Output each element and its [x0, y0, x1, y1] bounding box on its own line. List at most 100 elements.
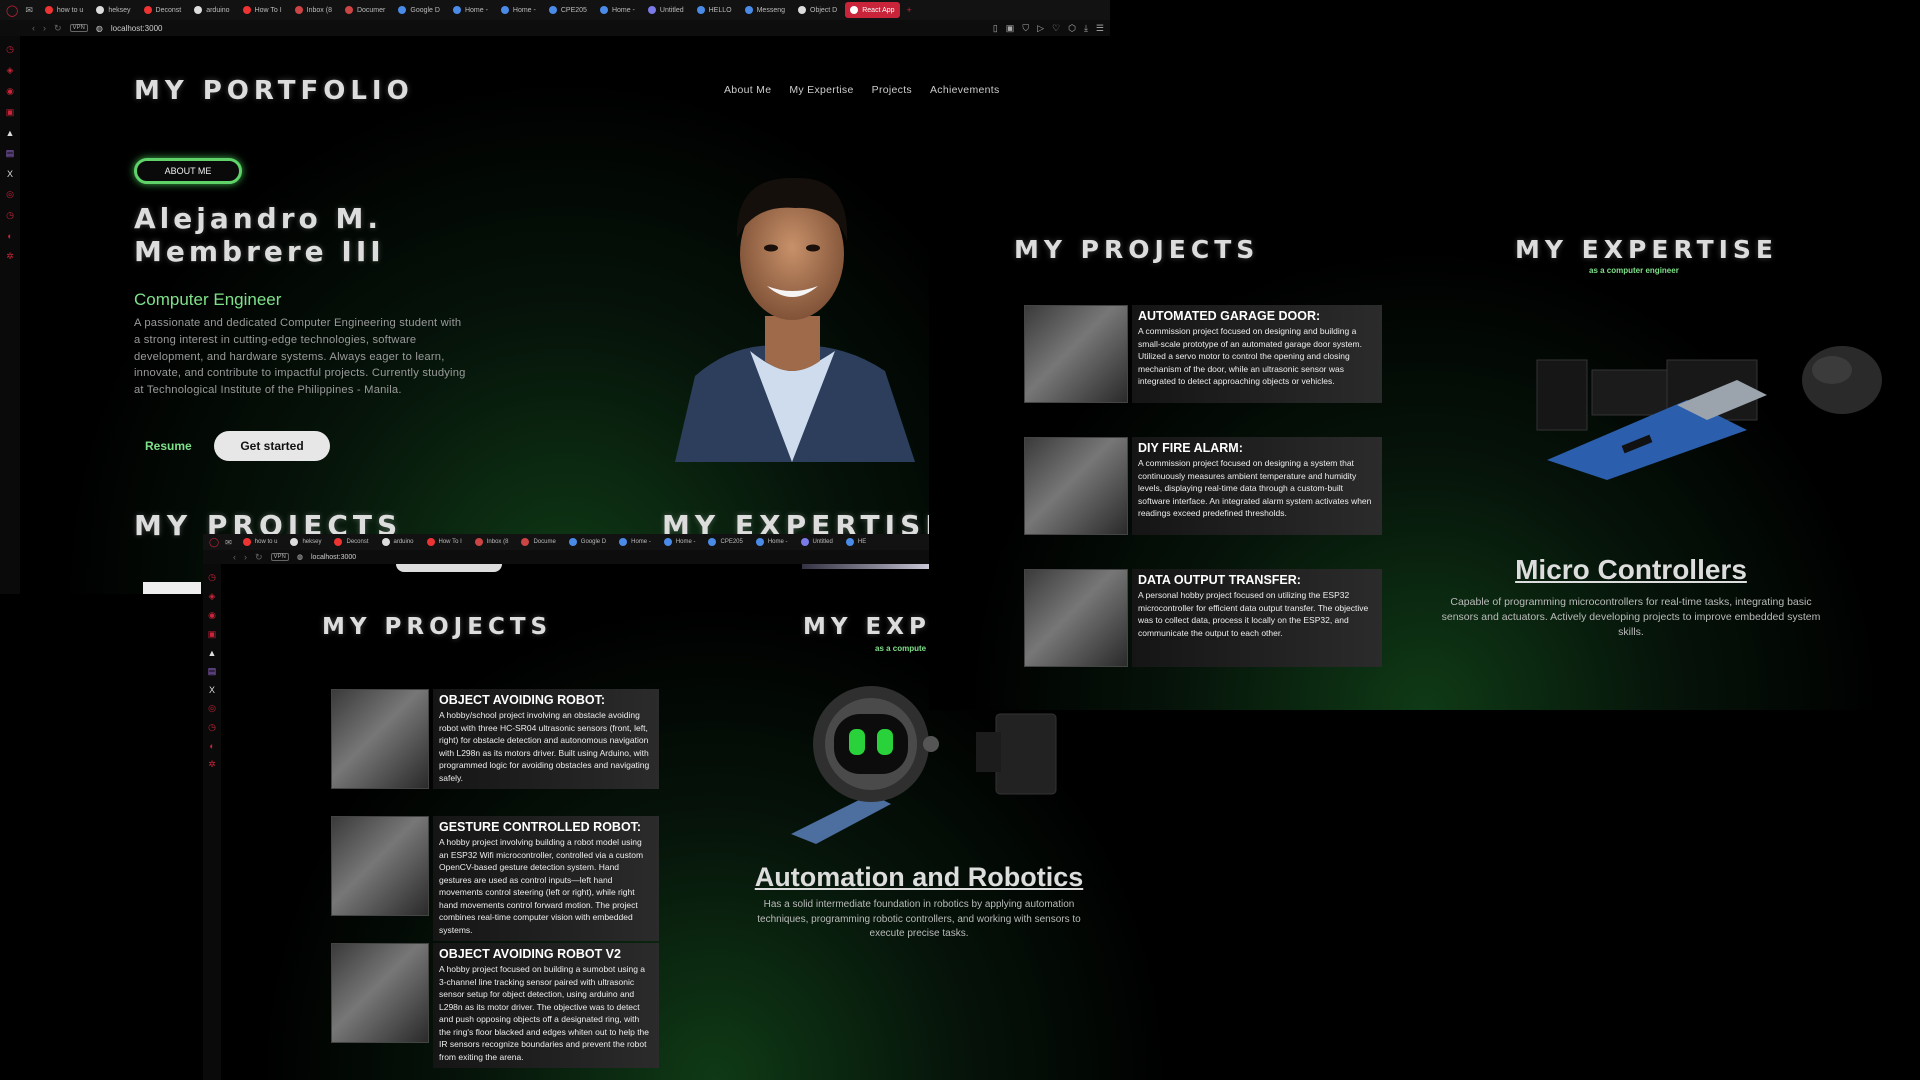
browser-tab[interactable]: React App — [845, 2, 900, 18]
browser-tab[interactable]: arduino — [377, 534, 419, 550]
browser-tab[interactable]: Inbox (8 — [470, 534, 514, 550]
browser-tab[interactable]: Deconst — [329, 534, 373, 550]
reload-icon[interactable]: ↻ — [54, 23, 62, 34]
wallet-icon[interactable]: ◈ — [7, 65, 14, 76]
forward-icon[interactable]: › — [43, 23, 46, 33]
extensions-icon[interactable]: ⬡ — [1068, 23, 1076, 34]
project-card[interactable]: OBJECT AVOIDING ROBOT: A hobby/school pro… — [331, 689, 659, 789]
shield-icon[interactable]: ⛉ — [1022, 23, 1029, 34]
bookmark-icon[interactable]: ▯ — [993, 23, 998, 34]
projects-heading-right: MY PROJECTS — [1014, 235, 1260, 264]
browser-tab[interactable]: Google D — [393, 2, 445, 18]
browser-tab[interactable]: Home - — [659, 534, 701, 550]
back-icon[interactable]: ‹ — [32, 23, 35, 33]
project-card[interactable]: AUTOMATED GARAGE DOOR: A commission proje… — [1024, 305, 1382, 403]
project-thumbnail — [1024, 305, 1128, 403]
browser-tab[interactable]: Home - — [496, 2, 541, 18]
messenger-icon[interactable]: ◉ — [208, 610, 216, 621]
browser-tab[interactable]: Inbox (8 — [290, 2, 337, 18]
project-card[interactable]: DIY FIRE ALARM: A commission project focu… — [1024, 437, 1382, 535]
heart-icon[interactable]: ♡ — [1052, 23, 1060, 34]
browser-tab[interactable]: heksey — [91, 2, 135, 18]
url-field[interactable]: localhost:3000 — [111, 24, 163, 33]
browser-tab[interactable]: Untitled — [643, 2, 689, 18]
settings-icon[interactable]: ✲ — [6, 251, 14, 262]
target-icon[interactable]: ◎ — [6, 189, 14, 200]
nav-link-achievements[interactable]: Achievements — [930, 84, 1000, 96]
browser-tab[interactable]: how to u — [238, 534, 283, 550]
favicon-icon — [242, 6, 251, 14]
video-icon[interactable]: ▣ — [208, 629, 217, 640]
project-card[interactable]: OBJECT AVOIDING ROBOT V2 A hobby project … — [331, 943, 659, 1068]
browser-tab[interactable]: Google D — [564, 534, 611, 550]
mail-icon[interactable]: ✉ — [25, 5, 33, 16]
menu-icon[interactable]: ☰ — [1096, 23, 1104, 34]
back-icon[interactable]: ‹ — [233, 552, 236, 562]
browser-tab[interactable]: HELLO — [692, 2, 737, 18]
chat-icon[interactable]: ◐ — [7, 231, 12, 241]
browser-tab[interactable]: Home - — [448, 2, 493, 18]
video-icon[interactable]: ▣ — [6, 107, 15, 118]
download-icon[interactable]: ⤓ — [1084, 23, 1088, 34]
forward-icon[interactable]: › — [244, 552, 247, 562]
wallet-icon[interactable]: ◈ — [209, 591, 216, 602]
vpn-badge[interactable]: VPN — [69, 24, 88, 32]
history-icon[interactable]: ◷ — [208, 572, 216, 583]
opera-logo-icon[interactable]: ◯ — [209, 537, 219, 548]
x-icon[interactable]: X — [209, 685, 215, 695]
reload-icon[interactable]: ↻ — [255, 552, 263, 563]
browser-tab[interactable]: CPE205 — [544, 2, 592, 18]
project-card[interactable]: DATA OUTPUT TRANSFER: A personal hobby pr… — [1024, 569, 1382, 667]
messenger-icon[interactable]: ◉ — [6, 86, 14, 97]
chat-icon[interactable]: ◐ — [209, 741, 214, 751]
play-icon[interactable]: ▷ — [1037, 23, 1044, 34]
about-me-pill[interactable]: ABOUT ME — [134, 158, 242, 184]
browser-tab[interactable]: HE — [841, 534, 871, 550]
browser-tab[interactable]: Untitled — [796, 534, 838, 550]
snapshot-icon[interactable]: ▣ — [1006, 23, 1015, 34]
toolbar-icons: ▯ ▣ ⛉ ▷ ♡ ⬡ ⤓ ☰ — [993, 23, 1104, 34]
expertise-micro-title: Micro Controllers — [1515, 554, 1747, 585]
mail-icon[interactable]: ✉ — [225, 538, 232, 547]
browser-tab[interactable]: how to u — [40, 2, 88, 18]
browser-tab[interactable]: Home - — [614, 534, 656, 550]
browser-tab[interactable]: Object D — [793, 2, 842, 18]
twitch-icon[interactable]: ▤ — [6, 148, 15, 159]
x-icon[interactable]: X — [7, 169, 13, 179]
tab-label: Home - — [767, 539, 788, 545]
vpn-badge[interactable]: VPN — [270, 553, 289, 561]
history-icon[interactable]: ◷ — [6, 44, 14, 55]
browser-tab[interactable]: heksey — [285, 534, 326, 550]
favicon-icon — [798, 6, 806, 14]
browser-tab[interactable]: Home - — [751, 534, 793, 550]
opera-logo-icon[interactable]: ◯ — [6, 4, 18, 17]
browser-tab[interactable]: How To I — [238, 2, 287, 18]
clock-icon[interactable]: ◷ — [6, 210, 14, 221]
project-card[interactable]: GESTURE CONTROLLED ROBOT: A hobby project… — [331, 816, 659, 941]
aria-icon[interactable]: ▲ — [208, 648, 217, 658]
aria-icon[interactable]: ▲ — [6, 128, 15, 138]
new-tab-icon[interactable]: + — [907, 5, 912, 15]
browser-tab[interactable]: How To I — [422, 534, 467, 550]
browser-tab[interactable]: Deconst — [139, 2, 187, 18]
favicon-icon — [708, 538, 717, 546]
get-started-button[interactable]: Get started — [214, 431, 330, 461]
settings-icon[interactable]: ✲ — [208, 759, 216, 770]
tab-label: heksey — [302, 539, 322, 545]
nav-link-my-expertise[interactable]: My Expertise — [789, 84, 853, 96]
browser-tab[interactable]: CPE205 — [703, 534, 747, 550]
browser-tab[interactable]: Documer — [340, 2, 390, 18]
resume-button[interactable]: Resume — [145, 439, 192, 453]
nav-link-about-me[interactable]: About Me — [724, 84, 771, 96]
clock-icon[interactable]: ◷ — [208, 722, 216, 733]
target-icon[interactable]: ◎ — [208, 703, 216, 714]
browser-tab[interactable]: Home - — [595, 2, 640, 18]
browser-tab[interactable]: arduino — [189, 2, 234, 18]
url-field[interactable]: localhost:3000 — [311, 554, 356, 561]
tab-label: CPE205 — [560, 6, 587, 14]
browser-tab[interactable]: Messeng — [740, 2, 790, 18]
nav-link-projects[interactable]: Projects — [872, 84, 912, 96]
browser-tab[interactable]: Docume — [516, 534, 560, 550]
twitch-icon[interactable]: ▤ — [208, 666, 217, 677]
site-logo[interactable]: MY PORTFOLIO — [134, 76, 414, 106]
